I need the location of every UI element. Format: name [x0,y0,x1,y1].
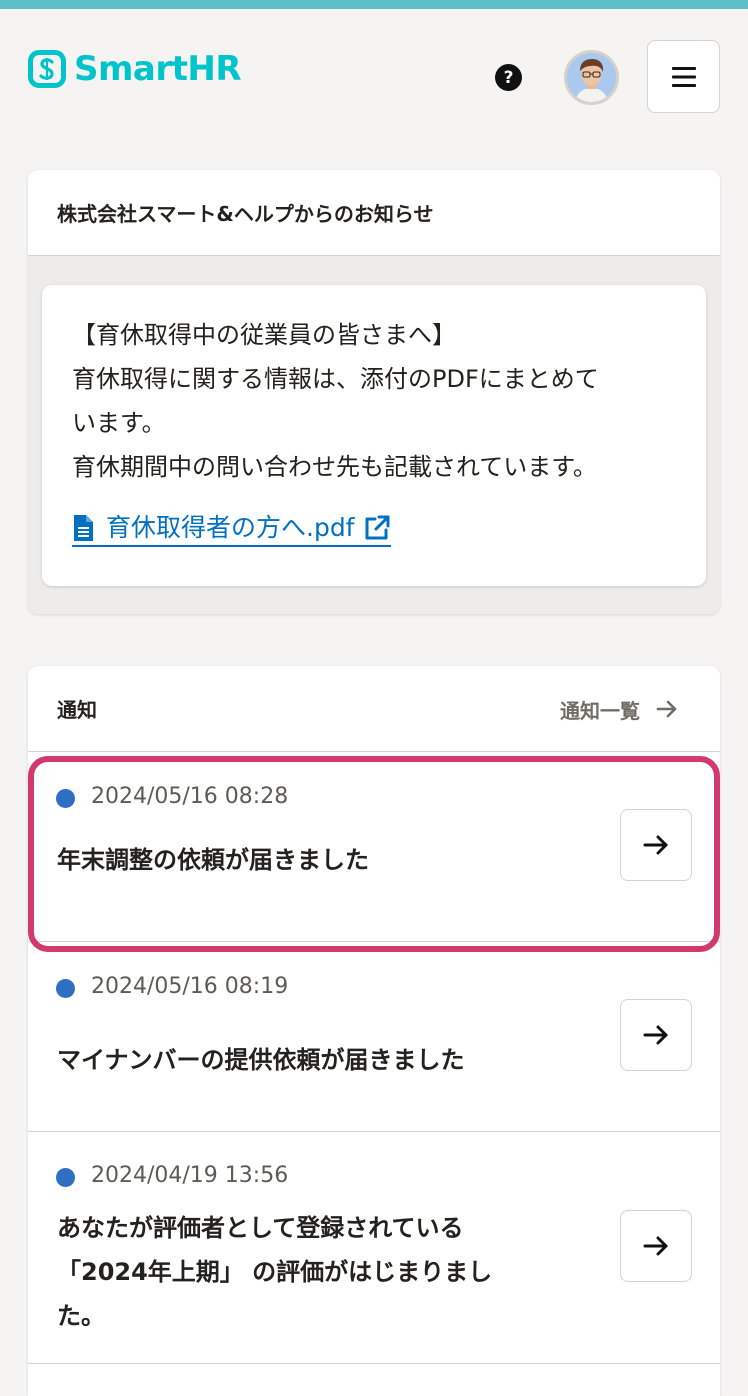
open-notification-button[interactable] [620,809,692,881]
notice-line: 育休期間中の問い合わせ先も記載されています。 [72,453,597,481]
notification-title-line: あなたが評価者として登録されている [57,1214,464,1242]
notice-line: 【育休取得中の従業員の皆さまへ】 [72,321,456,349]
notice-body: 【育休取得中の従業員の皆さまへ】 育休取得に関する情報は、添付のPDFにまとめて… [28,256,720,614]
notification-date: 2024/05/16 08:28 [91,784,289,809]
user-avatar[interactable] [564,50,619,105]
notification-item[interactable]: 2024/05/16 08:19 マイナンバーの提供依頼が届きました [28,942,720,1132]
smarthr-logo-mark-icon [28,50,66,88]
notifications-card-header: 通知 通知一覧 [28,666,720,752]
notification-date: 2024/04/19 13:56 [91,1163,289,1188]
arrow-right-icon [656,700,677,718]
notice-line: います。 [72,409,166,437]
avatar-face-icon [567,53,616,102]
open-notification-button[interactable] [620,999,692,1071]
arrow-right-icon [643,835,668,855]
menu-button[interactable] [647,40,720,113]
logo-text: SmartHR [74,49,242,89]
unread-dot-icon [56,979,75,998]
notice-line: 育休取得に関する情報は、添付のPDFにまとめて [72,365,599,393]
notification-title-line: マイナンバーの提供依頼が届きました [57,1046,465,1074]
notification-title-line: 「2024年上期」 の評価がはじまりまし [57,1258,493,1286]
notification-date: 2024/05/16 08:19 [91,974,289,999]
arrow-right-icon [643,1025,668,1045]
open-notification-button[interactable] [620,1210,692,1282]
notifications-title: 通知 [57,698,97,722]
unread-dot-icon [56,789,75,808]
external-link-icon [365,515,389,540]
top-accent-bar [0,0,748,9]
notification-list-label: 通知一覧 [560,698,640,723]
notice-card: 株式会社スマート&ヘルプからのお知らせ 【育休取得中の従業員の皆さまへ】 育休取… [28,170,720,614]
notification-title: 年末調整の依頼が届きました [57,838,577,882]
pdf-attachment-link[interactable]: 育休取得者の方へ.pdf [72,511,391,547]
notification-item[interactable]: 2024/04/19 13:56 あなたが評価者として登録されている 「2024… [28,1132,720,1364]
notification-item[interactable]: 2024/05/16 08:28 年末調整の依頼が届きました [28,752,720,942]
notification-title-line: 年末調整の依頼が届きました [57,846,369,874]
help-icon[interactable]: ? [495,64,522,91]
notification-title: マイナンバーの提供依頼が届きました [57,1038,577,1082]
document-icon [74,515,93,541]
hamburger-menu-icon [671,66,696,87]
notification-title-line: た。 [57,1302,105,1330]
app-header: SmartHR ? [0,9,748,129]
notifications-card: 通知 通知一覧 2024/05/16 08:28 年末調整の依頼が届きました 2… [28,666,720,1396]
notification-title: あなたが評価者として登録されている 「2024年上期」 の評価がはじまりまし た… [57,1206,577,1338]
pdf-link-label: 育休取得者の方へ.pdf [106,513,355,542]
notice-message: 【育休取得中の従業員の皆さまへ】 育休取得に関する情報は、添付のPDFにまとめて… [42,285,706,586]
unread-dot-icon [56,1168,75,1187]
notification-list-link[interactable]: 通知一覧 [560,666,678,752]
arrow-right-icon [643,1236,668,1256]
notice-card-header: 株式会社スマート&ヘルプからのお知らせ [28,170,720,256]
smarthr-logo[interactable]: SmartHR [28,47,242,91]
